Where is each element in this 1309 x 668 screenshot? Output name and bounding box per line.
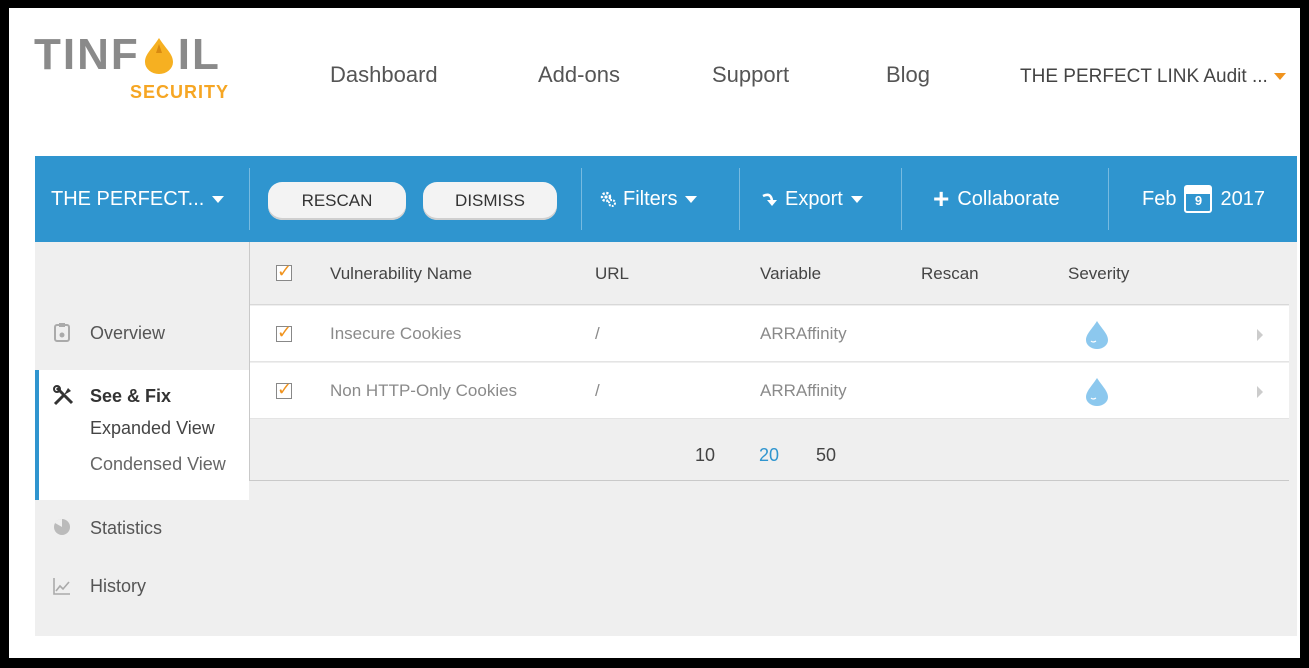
logo-text-end: IL xyxy=(177,30,221,79)
chevron-down-icon xyxy=(850,195,863,203)
sidebar-item-statistics[interactable]: Statistics xyxy=(35,506,249,546)
nav-addons[interactable]: Add-ons xyxy=(538,62,620,88)
tools-icon xyxy=(53,385,74,406)
site-selector[interactable]: THE PERFECT... xyxy=(51,156,225,242)
table-row[interactable]: Insecure Cookies / ARRAffinity xyxy=(250,306,1289,362)
select-all-checkbox[interactable] xyxy=(276,261,292,282)
account-menu-label: THE PERFECT LINK Audit ... xyxy=(1020,66,1268,87)
column-header-url[interactable]: URL xyxy=(595,242,629,305)
droplet-logo-icon xyxy=(144,38,173,74)
sidebar-item-label: Overview xyxy=(90,323,166,343)
logo-text-start: TINF xyxy=(34,30,140,79)
vulnerability-url: / xyxy=(595,324,600,343)
page-size-10[interactable]: 10 xyxy=(695,445,715,469)
column-header-severity[interactable]: Severity xyxy=(1068,242,1129,305)
filter-gear-icon xyxy=(600,191,616,207)
collaborate-label: Collaborate xyxy=(957,187,1060,210)
page-size-50[interactable]: 50 xyxy=(816,445,836,469)
sidebar-item-label: History xyxy=(90,576,147,596)
pie-chart-icon xyxy=(54,518,70,535)
plus-icon: + xyxy=(933,183,950,214)
browser-frame: TINF IL SECURITY Dashboard Add-ons Suppo… xyxy=(9,8,1300,658)
sidebar: Overview See & Fix Expanded View Condens… xyxy=(35,242,249,636)
column-header-variable[interactable]: Variable xyxy=(760,242,821,305)
toolbar-divider xyxy=(249,168,250,230)
severity-low-icon xyxy=(1086,321,1108,349)
tinfoil-logo[interactable]: TINF IL SECURITY xyxy=(34,32,254,112)
site-selector-label: THE PERFECT... xyxy=(51,187,205,210)
row-expand-arrow-icon[interactable] xyxy=(1257,386,1263,398)
logo-wordmark: TINF IL xyxy=(34,32,254,78)
collaborate-button[interactable]: + Collaborate xyxy=(933,156,1060,242)
sidebar-item-history[interactable]: History xyxy=(35,564,249,604)
page-size-20[interactable]: 20 xyxy=(759,445,779,469)
toolbar-divider xyxy=(581,168,582,230)
date-day: 9 xyxy=(1194,193,1203,208)
severity-low-icon xyxy=(1086,378,1108,406)
chevron-down-icon xyxy=(1273,73,1286,81)
calendar-icon: 9 xyxy=(1184,185,1213,213)
clipboard-icon xyxy=(54,323,70,342)
row-checkbox[interactable] xyxy=(276,322,292,343)
line-chart-icon xyxy=(53,578,70,595)
date-month: Feb xyxy=(1142,187,1177,210)
sidebar-item-label: Statistics xyxy=(90,518,163,538)
app-window: TINF IL SECURITY Dashboard Add-ons Suppo… xyxy=(12,10,1297,654)
vulnerability-table: Vulnerability Name URL Variable Rescan S… xyxy=(249,242,1289,481)
sidebar-item-see-fix[interactable]: See & Fix Expanded View Condensed View xyxy=(35,370,249,500)
nav-blog[interactable]: Blog xyxy=(886,62,930,88)
sidebar-item-label: See & Fix xyxy=(90,386,172,406)
toolbar-divider xyxy=(901,168,902,230)
export-label: Export xyxy=(785,187,843,210)
toolbar: THE PERFECT... RESCAN DISMISS Filters Ex… xyxy=(35,156,1297,242)
nav-support[interactable]: Support xyxy=(712,62,789,88)
dismiss-button[interactable]: DISMISS xyxy=(423,182,557,220)
vulnerability-url: / xyxy=(595,381,600,400)
logo-subtitle: SECURITY xyxy=(130,82,230,102)
sidebar-subitem-expanded-view[interactable]: Expanded View xyxy=(90,418,215,439)
filters-menu[interactable]: Filters xyxy=(599,156,698,242)
main-content: Vulnerability Name URL Variable Rescan S… xyxy=(249,242,1297,636)
chevron-down-icon xyxy=(685,195,698,203)
vulnerability-name: Insecure Cookies xyxy=(330,324,462,343)
top-navigation: TINF IL SECURITY Dashboard Add-ons Suppo… xyxy=(12,10,1297,156)
vulnerability-variable: ARRAffinity xyxy=(760,381,847,400)
date-picker[interactable]: Feb 9 2017 xyxy=(1142,156,1265,242)
account-menu[interactable]: THE PERFECT LINK Audit ... xyxy=(1020,66,1286,88)
chevron-down-icon xyxy=(212,195,225,203)
row-expand-arrow-icon[interactable] xyxy=(1257,329,1263,341)
date-year: 2017 xyxy=(1220,187,1265,210)
rescan-button[interactable]: RESCAN xyxy=(268,182,406,220)
vulnerability-variable: ARRAffinity xyxy=(760,324,847,343)
filters-label: Filters xyxy=(623,187,678,210)
sidebar-subitem-condensed-view[interactable]: Condensed View xyxy=(90,454,226,475)
vulnerability-name: Non HTTP-Only Cookies xyxy=(330,381,518,400)
nav-dashboard[interactable]: Dashboard xyxy=(330,62,438,88)
table-row[interactable]: Non HTTP-Only Cookies / ARRAffinity xyxy=(250,363,1289,419)
sidebar-item-overview[interactable]: Overview xyxy=(35,314,249,354)
table-header: Vulnerability Name URL Variable Rescan S… xyxy=(250,242,1289,305)
export-arrow-icon xyxy=(762,193,777,206)
column-header-rescan[interactable]: Rescan xyxy=(921,242,979,305)
column-header-name[interactable]: Vulnerability Name xyxy=(330,242,472,305)
export-menu[interactable]: Export xyxy=(761,156,863,242)
toolbar-divider xyxy=(1108,168,1109,230)
row-checkbox[interactable] xyxy=(276,379,292,400)
toolbar-divider xyxy=(739,168,740,230)
